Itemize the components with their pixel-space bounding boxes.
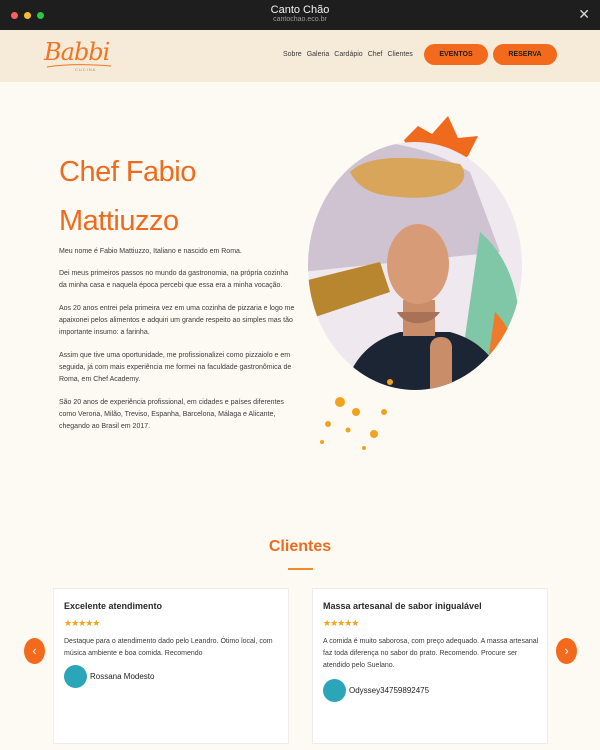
main-nav: Sobre Galeria Cardápio Chef Clientes bbox=[283, 51, 413, 58]
chef-paragraph: Meu nome é Fabio Mattiuzzo, Italiano e n… bbox=[59, 248, 242, 255]
chef-paragraph: Dei meus primeiros passos no mundo da ga… bbox=[59, 270, 289, 289]
star-rating: ★★★★★ bbox=[323, 618, 359, 628]
review-author: Rossana Modesto bbox=[90, 672, 155, 681]
clients-section-title: Clientes bbox=[268, 538, 332, 555]
nav-item-clientes[interactable]: Clientes bbox=[387, 51, 412, 58]
window-title: Canto Chão bbox=[270, 4, 330, 16]
section-divider bbox=[288, 568, 313, 570]
star-rating: ★★★★★ bbox=[64, 618, 100, 628]
reserva-button[interactable]: RESERVA bbox=[493, 44, 557, 65]
carousel-next-button[interactable]: › bbox=[556, 638, 577, 664]
logo-subtitle: CUCINA bbox=[75, 67, 97, 72]
window-url: cantochao.eco.br bbox=[273, 16, 327, 23]
close-icon[interactable]: ✕ bbox=[578, 6, 590, 22]
chef-title-line2: Mattiuzzo bbox=[59, 205, 179, 237]
review-text: Destaque para o atendimento dado pelo Le… bbox=[64, 638, 273, 657]
nav-item-sobre[interactable]: Sobre bbox=[283, 51, 302, 58]
nav-item-chef[interactable]: Chef bbox=[368, 51, 383, 58]
review-title: Massa artesanal de sabor inigualável bbox=[323, 601, 482, 611]
chef-photo-illustration bbox=[308, 116, 522, 450]
carousel-prev-button[interactable]: ‹ bbox=[24, 638, 45, 664]
chef-portrait bbox=[300, 112, 532, 460]
review-card: Massa artesanal de sabor inigualável ★★★… bbox=[312, 588, 548, 744]
chef-paragraph: São 20 anos de experiência profissional,… bbox=[59, 399, 284, 430]
nav-item-cardapio[interactable]: Cardápio bbox=[334, 51, 362, 58]
avatar bbox=[64, 665, 87, 688]
browser-titlebar: Canto Chão cantochao.eco.br ✕ bbox=[0, 0, 600, 30]
review-card: Excelente atendimento ★★★★★ Destaque par… bbox=[53, 588, 289, 744]
review-title: Excelente atendimento bbox=[64, 601, 163, 611]
chef-paragraph: Assim que tive uma oportunidade, me prof… bbox=[59, 352, 292, 383]
eventos-button[interactable]: EVENTOS bbox=[424, 44, 488, 65]
nav-item-galeria[interactable]: Galeria bbox=[307, 51, 330, 58]
chef-title-line1: Chef Fabio bbox=[59, 156, 196, 188]
review-text: A comida é muito saborosa, com preço ade… bbox=[323, 638, 539, 669]
chef-paragraph: Aos 20 anos entrei pela primeira vez em … bbox=[59, 305, 295, 336]
avatar bbox=[323, 679, 346, 702]
brand-logo[interactable]: Babbi CUCINA bbox=[44, 38, 116, 78]
review-author: Odyssey34759892475 bbox=[349, 686, 430, 695]
